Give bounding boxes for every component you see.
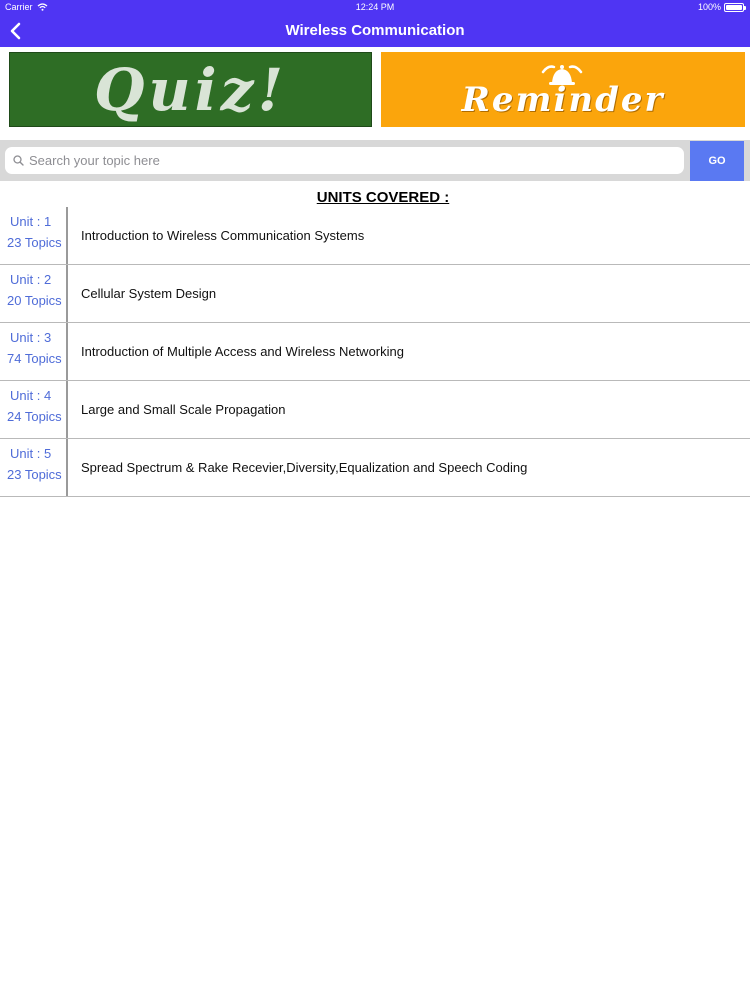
unit-row[interactable]: Unit : 3 74 Topics Introduction of Multi… bbox=[0, 323, 750, 381]
unit-topic-count: 20 Topics bbox=[7, 293, 62, 308]
unit-number: Unit : 5 bbox=[10, 446, 52, 461]
search-field[interactable] bbox=[5, 147, 684, 174]
reminder-banner[interactable]: Reminder bbox=[381, 52, 745, 127]
unit-title: Cellular System Design bbox=[81, 286, 217, 301]
search-input[interactable] bbox=[29, 153, 669, 168]
unit-row[interactable]: Unit : 2 20 Topics Cellular System Desig… bbox=[0, 265, 750, 323]
unit-list: Unit : 1 23 Topics Introduction to Wirel… bbox=[0, 207, 750, 497]
unit-title: Spread Spectrum & Rake Recevier,Diversit… bbox=[81, 460, 528, 475]
navigation-bar: Wireless Communication bbox=[0, 14, 750, 47]
reminder-banner-text: Reminder bbox=[461, 80, 665, 120]
battery-percent: 100% bbox=[697, 2, 721, 12]
go-button[interactable]: GO bbox=[690, 141, 744, 181]
unit-title: Introduction to Wireless Communication S… bbox=[81, 228, 365, 243]
page-title: Wireless Communication bbox=[285, 22, 465, 39]
unit-info: Unit : 5 23 Topics bbox=[0, 439, 68, 496]
units-heading: UNITS COVERED : bbox=[316, 189, 450, 206]
status-time: 12:24 PM bbox=[355, 2, 395, 12]
unit-row[interactable]: Unit : 4 24 Topics Large and Small Scale… bbox=[0, 381, 750, 439]
search-bar: GO bbox=[0, 140, 750, 181]
unit-topic-count: 74 Topics bbox=[7, 351, 62, 366]
battery-icon bbox=[724, 2, 746, 12]
unit-info: Unit : 4 24 Topics bbox=[0, 381, 68, 438]
unit-info: Unit : 2 20 Topics bbox=[0, 265, 68, 322]
unit-number: Unit : 4 bbox=[10, 388, 52, 403]
unit-title: Large and Small Scale Propagation bbox=[81, 402, 286, 417]
quiz-banner-text: Quiz! bbox=[93, 56, 288, 124]
status-bar: Carrier 12:24 PM 100% bbox=[0, 0, 750, 14]
unit-number: Unit : 1 bbox=[10, 214, 52, 229]
quiz-banner[interactable]: Quiz! bbox=[9, 52, 372, 127]
banner-row: Quiz! Reminder bbox=[9, 52, 745, 127]
unit-title: Introduction of Multiple Access and Wire… bbox=[81, 344, 404, 359]
unit-topic-count: 23 Topics bbox=[7, 235, 62, 250]
unit-row[interactable]: Unit : 1 23 Topics Introduction to Wirel… bbox=[0, 207, 750, 265]
unit-info: Unit : 1 23 Topics bbox=[0, 207, 68, 264]
battery-area: 100% bbox=[697, 2, 746, 12]
search-icon bbox=[13, 155, 24, 166]
unit-number: Unit : 3 bbox=[10, 330, 52, 345]
unit-topic-count: 23 Topics bbox=[7, 467, 62, 482]
unit-number: Unit : 2 bbox=[10, 272, 52, 287]
unit-info: Unit : 3 74 Topics bbox=[0, 323, 68, 380]
unit-row[interactable]: Unit : 5 23 Topics Spread Spectrum & Rak… bbox=[0, 439, 750, 497]
unit-topic-count: 24 Topics bbox=[7, 409, 62, 424]
